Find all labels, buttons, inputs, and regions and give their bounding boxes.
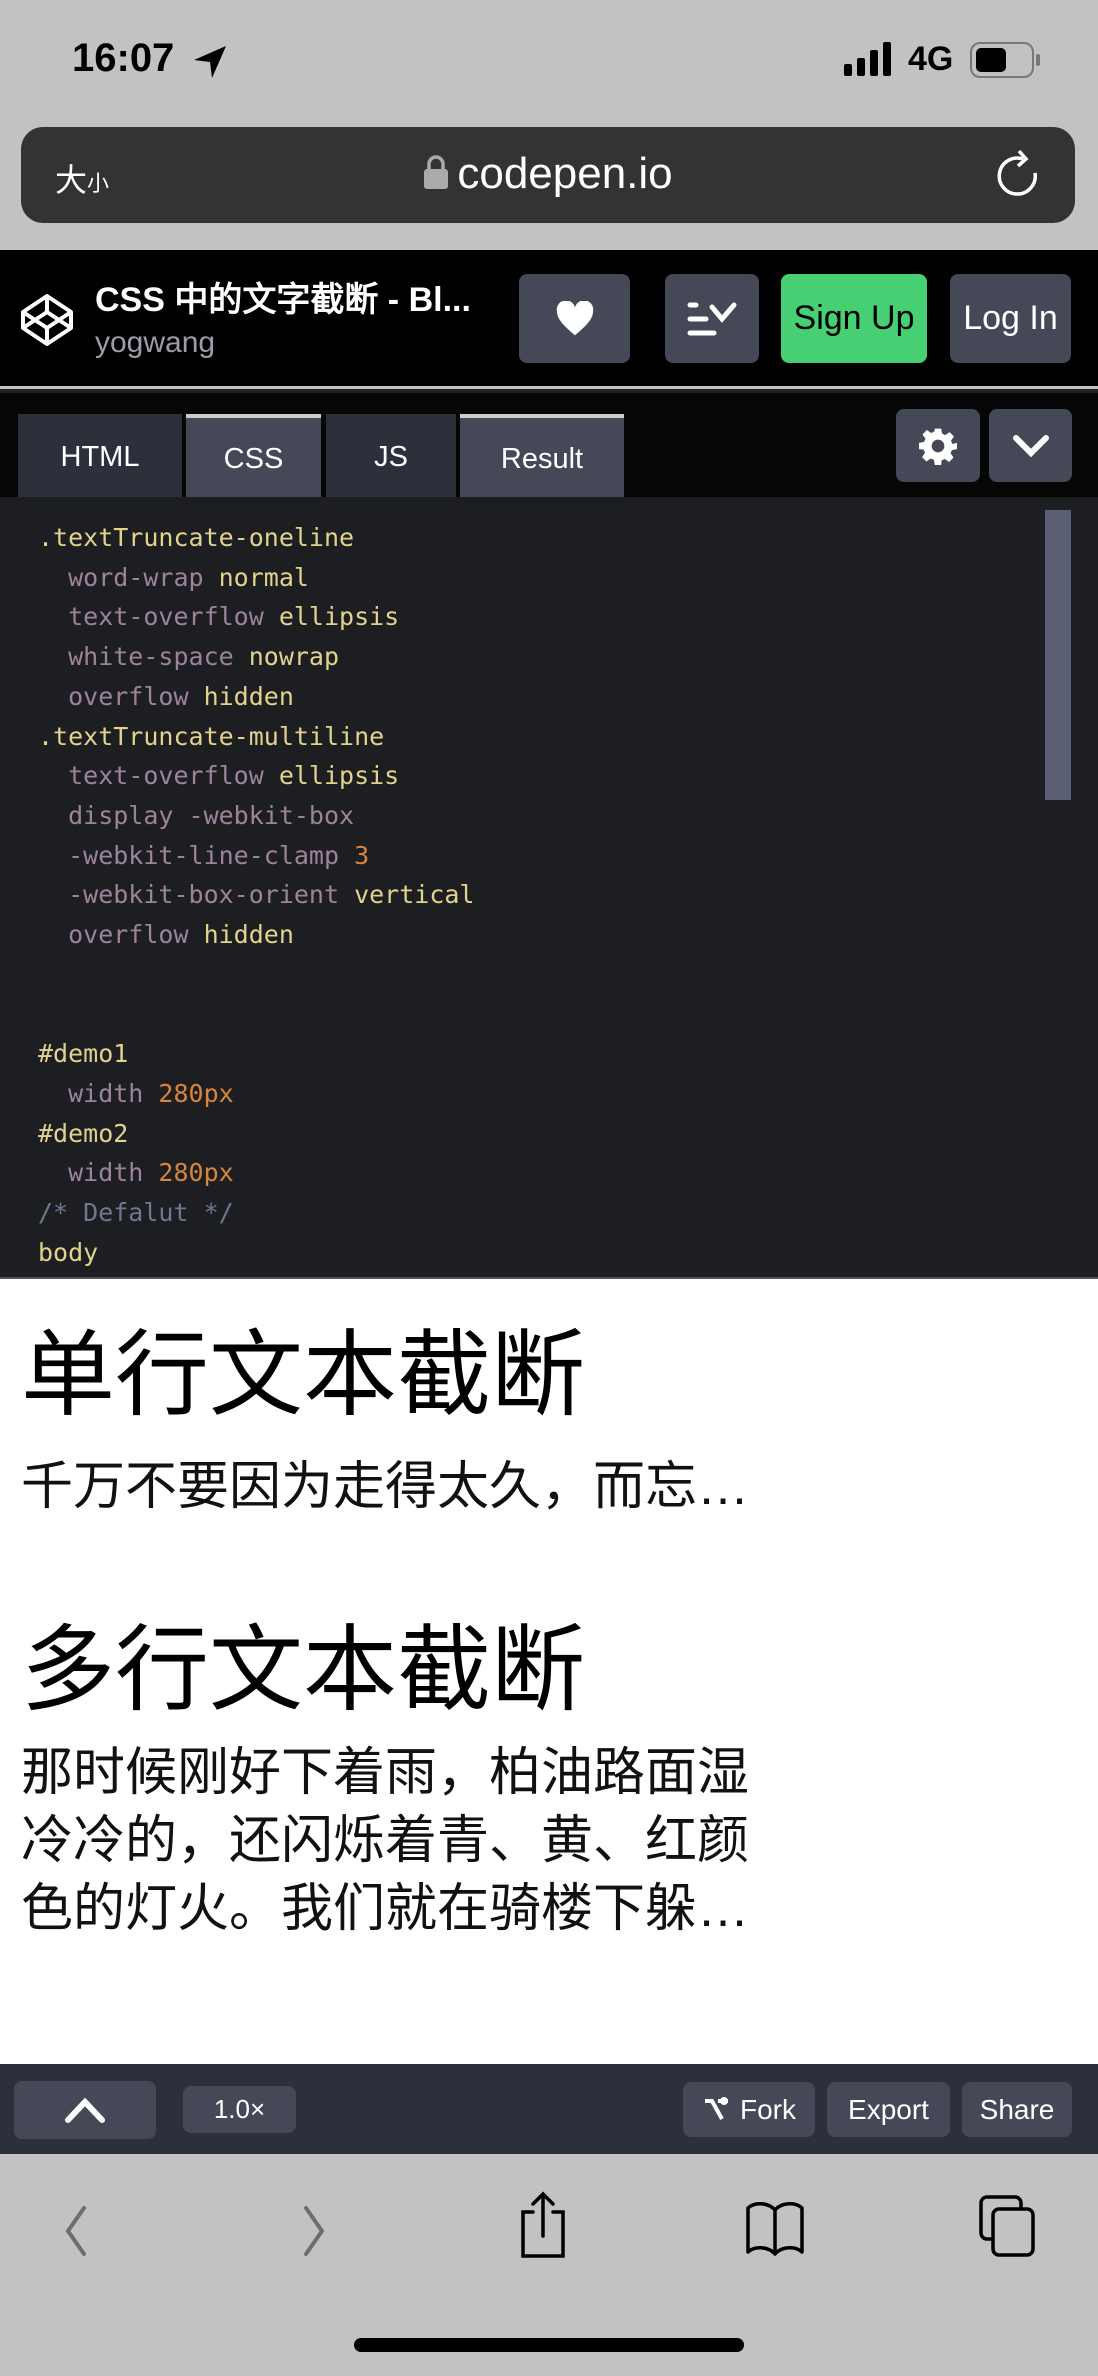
code-line: #demo1 xyxy=(38,1039,128,1079)
view-menu-button[interactable] xyxy=(665,274,759,363)
code-token: word-wrap xyxy=(38,562,219,592)
code-line: overflow hidden xyxy=(38,682,294,722)
code-token: 3 xyxy=(354,840,370,870)
codepen-footer-toolbar: 1.0× Fork Export Share xyxy=(0,2064,1098,2154)
share-button[interactable]: Share xyxy=(962,2082,1072,2137)
bookmarks-icon[interactable] xyxy=(744,2200,806,2256)
code-token: ellipsis xyxy=(278,761,400,791)
code-token: ellipsis xyxy=(278,602,400,632)
network-label: 4G xyxy=(908,40,954,78)
lock-icon xyxy=(424,155,449,189)
code-token: width xyxy=(38,1158,159,1188)
url-text: codepen.io xyxy=(457,149,673,198)
expand-console-button[interactable] xyxy=(14,2081,156,2139)
code-token: overflow xyxy=(38,920,204,949)
codepen-logo-icon[interactable] xyxy=(19,292,75,348)
fork-icon xyxy=(705,2096,728,2120)
sign-up-button[interactable]: Sign Up xyxy=(781,274,927,363)
code-token: text-overflow xyxy=(38,761,279,791)
signal-icon xyxy=(844,42,891,76)
code-line: white-space nowrap xyxy=(38,642,339,682)
code-token: width xyxy=(38,1078,159,1108)
home-indicator[interactable] xyxy=(354,2338,744,2352)
status-bar: 16:07 4G xyxy=(0,0,1098,120)
pen-title: CSS 中的文字截断 - Bl... xyxy=(95,281,471,319)
code-token: #demo2 xyxy=(38,1118,129,1148)
fork-button[interactable]: Fork xyxy=(683,2082,815,2137)
share-icon[interactable] xyxy=(515,2190,571,2260)
gear-icon xyxy=(919,428,957,465)
chevron-down-icon xyxy=(1012,434,1049,457)
code-token: hidden xyxy=(203,920,294,949)
layout-menu-icon xyxy=(687,302,737,335)
tab-css[interactable]: CSS xyxy=(186,414,321,501)
code-token: vertical xyxy=(354,880,475,910)
code-token: #demo1 xyxy=(38,1039,129,1069)
url-bar[interactable]: 大小 codepen.io xyxy=(21,127,1075,223)
code-line: .textTruncate-oneline xyxy=(38,523,354,563)
editor-tabs: HTML CSS JS Result xyxy=(0,389,1098,501)
result-preview: 单行文本截断 千万不要因为走得太久，而忘记了我们为什么出发 多行文本截断 那时候… xyxy=(0,1277,1098,2064)
code-line: text-overflow ellipsis xyxy=(38,602,399,642)
status-time: 16:07 xyxy=(72,36,175,80)
heart-button[interactable] xyxy=(519,274,630,363)
code-token: nowrap xyxy=(248,642,340,672)
forward-icon[interactable] xyxy=(296,2204,332,2258)
code-line: /* Defalut */ xyxy=(38,1198,234,1238)
editor-scrollbar[interactable] xyxy=(1045,510,1071,800)
location-arrow-icon xyxy=(194,46,226,78)
code-line: body xyxy=(38,1238,98,1277)
code-token: /* Defalut */ xyxy=(38,1197,234,1227)
battery-icon xyxy=(970,42,1040,78)
oneline-demo-text: 千万不要因为走得太久，而忘记了我们为什么出发 xyxy=(21,1458,766,1516)
zoom-level-button[interactable]: 1.0× xyxy=(183,2086,296,2133)
code-token: normal xyxy=(218,562,309,592)
code-token: text-overflow xyxy=(38,602,279,632)
code-line: width 280px xyxy=(38,1079,234,1119)
code-line: display -webkit-box xyxy=(38,801,354,841)
code-line: word-wrap normal xyxy=(38,563,309,603)
oneline-heading: 单行文本截断 xyxy=(21,1322,586,1427)
code-token: -webkit-line-clamp xyxy=(38,840,355,870)
code-line: overflow hidden xyxy=(38,920,294,960)
safari-toolbar xyxy=(0,2154,1098,2376)
code-line: width 280px xyxy=(38,1158,234,1198)
code-token: .textTruncate-multiline xyxy=(38,721,385,751)
chevron-up-icon xyxy=(65,2097,105,2123)
codepen-header: CSS 中的文字截断 - Bl... yogwang Sign Up Log I… xyxy=(0,250,1098,386)
tab-js[interactable]: JS xyxy=(326,414,456,501)
code-token: .textTruncate-oneline xyxy=(38,523,355,552)
code-token: body xyxy=(38,1237,99,1267)
multiline-heading: 多行文本截断 xyxy=(21,1617,586,1722)
collapse-button[interactable] xyxy=(989,409,1072,482)
code-token: display -webkit-box xyxy=(38,800,355,830)
code-line: -webkit-box-orient vertical xyxy=(38,880,475,920)
code-token: hidden xyxy=(203,681,294,711)
code-token: 280px xyxy=(158,1078,234,1108)
fork-label: Fork xyxy=(740,2093,796,2125)
reload-icon[interactable] xyxy=(993,147,1043,203)
code-line: .textTruncate-multiline xyxy=(38,722,384,762)
code-line: -webkit-line-clamp 3 xyxy=(38,841,369,881)
code-token: 280px xyxy=(158,1158,234,1188)
multiline-demo-text: 那时候刚好下着雨，柏油路面湿冷冷的，还闪烁着青、黄、红颜色的灯火。我们就在骑楼下… xyxy=(21,1744,750,1938)
url-display[interactable]: codepen.io xyxy=(21,149,1075,199)
css-code-editor[interactable]: .textTruncate-oneline word-wrap normal t… xyxy=(0,497,1098,1277)
log-in-button[interactable]: Log In xyxy=(950,274,1071,363)
code-line: text-overflow ellipsis xyxy=(38,761,399,801)
code-token: white-space xyxy=(38,642,249,672)
code-token: overflow xyxy=(38,681,204,711)
tabs-icon[interactable] xyxy=(978,2194,1038,2258)
heart-icon xyxy=(556,300,593,335)
tab-html[interactable]: HTML xyxy=(18,414,182,501)
code-token: -webkit-box-orient xyxy=(38,880,355,910)
back-icon[interactable] xyxy=(58,2204,94,2258)
tab-result[interactable]: Result xyxy=(460,414,624,501)
pen-author[interactable]: yogwang xyxy=(95,326,215,360)
code-line: #demo2 xyxy=(38,1119,128,1159)
settings-button[interactable] xyxy=(896,409,980,482)
export-button[interactable]: Export xyxy=(827,2082,950,2137)
